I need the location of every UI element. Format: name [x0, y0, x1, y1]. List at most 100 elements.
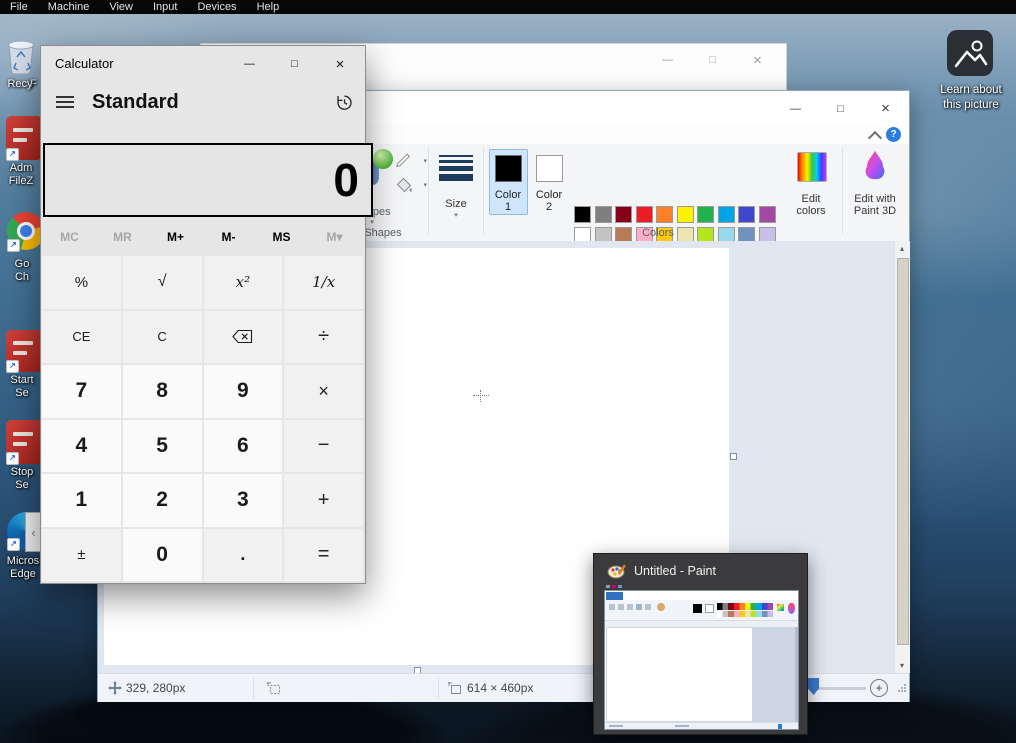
key-7[interactable]: 7	[42, 365, 121, 418]
shortcut-arrow-icon: ↗	[7, 538, 20, 551]
filezilla-label-line1: Adm	[0, 162, 42, 175]
history-icon[interactable]	[335, 93, 354, 112]
size-label: Size	[434, 198, 478, 210]
preview-mini-qat	[606, 585, 636, 589]
memory-store-button[interactable]: MS	[255, 223, 308, 251]
close-button[interactable]: ×	[735, 47, 780, 73]
menu-machine[interactable]: Machine	[38, 0, 100, 14]
start-service-label-line2: Se	[0, 387, 44, 400]
help-icon[interactable]: ?	[886, 127, 901, 142]
menu-help[interactable]: Help	[247, 0, 290, 14]
palette-color[interactable]	[656, 206, 673, 223]
colors-group-label: Colors	[598, 227, 718, 239]
canvas-resize-handle-right[interactable]	[730, 453, 737, 460]
key-6[interactable]: 6	[204, 420, 283, 473]
menu-view[interactable]: View	[99, 0, 143, 14]
scrollbar-thumb[interactable]	[897, 258, 909, 645]
shortcut-arrow-icon: ↗	[6, 148, 19, 161]
key-add[interactable]: +	[284, 474, 363, 527]
key-backspace[interactable]	[204, 311, 283, 364]
key-9[interactable]: 9	[204, 365, 283, 418]
dropdown-icon: ▾	[434, 211, 478, 219]
hamburger-menu-icon[interactable]	[56, 96, 74, 109]
shape-fill-button[interactable]: ▾	[395, 177, 427, 197]
shortcut-arrow-icon: ↗	[6, 452, 19, 465]
key-2[interactable]: 2	[123, 474, 202, 527]
key-multiply[interactable]: ×	[284, 365, 363, 418]
key-divide[interactable]: ÷	[284, 311, 363, 364]
canvas-size-icon	[447, 681, 462, 696]
calculator-mode-title[interactable]: Standard	[92, 91, 179, 114]
memory-subtract-button[interactable]: M-	[202, 223, 255, 251]
minimize-button[interactable]: —	[645, 47, 690, 73]
filezilla-label-line2: FileZ	[0, 175, 42, 188]
key-3[interactable]: 3	[204, 474, 283, 527]
key-clear[interactable]: C	[123, 311, 202, 364]
palette-color[interactable]	[636, 206, 653, 223]
recycle-bin-label: Recy	[0, 78, 40, 91]
key-sqrt[interactable]: √	[123, 256, 202, 309]
crosshair-cursor	[480, 390, 481, 402]
key-1[interactable]: 1	[42, 474, 121, 527]
shape-outline-button[interactable]: ▾	[395, 153, 427, 173]
key-reciprocal[interactable]: 1/x	[284, 256, 363, 309]
key-clear-entry[interactable]: CE	[42, 311, 121, 364]
palette-color[interactable]	[595, 206, 612, 223]
menu-file[interactable]: File	[0, 0, 38, 14]
key-4[interactable]: 4	[42, 420, 121, 473]
memory-add-button[interactable]: M+	[149, 223, 202, 251]
key-percent[interactable]: %	[42, 256, 121, 309]
key-equals[interactable]: =	[284, 529, 363, 582]
start-service-label-line1: Start	[0, 374, 44, 387]
menu-input[interactable]: Input	[143, 0, 187, 14]
cursor-position-icon	[108, 681, 122, 695]
paint-app-icon	[607, 563, 627, 579]
picture-icon	[947, 30, 993, 76]
palette-color[interactable]	[738, 206, 755, 223]
menu-devices[interactable]: Devices	[187, 0, 246, 14]
edit-with-paint3d-button[interactable]: Edit with Paint 3D	[846, 149, 904, 227]
key-negate[interactable]: ±	[42, 529, 121, 582]
maximize-button[interactable]: □	[690, 47, 735, 73]
scroll-up-icon[interactable]: ▴	[895, 241, 909, 256]
color1-swatch	[495, 155, 522, 182]
palette-color[interactable]	[574, 206, 591, 223]
zoom-slider-handle[interactable]	[808, 678, 819, 695]
close-button[interactable]: ×	[863, 91, 908, 126]
zoom-in-button[interactable]: +	[870, 679, 888, 697]
resize-grip[interactable]	[896, 683, 907, 694]
scroll-down-icon[interactable]: ▾	[895, 658, 909, 673]
vertical-scrollbar[interactable]: ▴ ▾	[894, 241, 910, 673]
close-button[interactable]: ×	[317, 46, 363, 82]
vm-screen: File Machine View Input Devices Help Rec…	[0, 0, 1016, 743]
paint3d-icon	[865, 150, 885, 180]
palette-color[interactable]	[615, 206, 632, 223]
vbox-menubar: File Machine View Input Devices Help	[0, 0, 1016, 14]
minimize-button[interactable]: —	[773, 91, 818, 126]
palette-color[interactable]	[697, 206, 714, 223]
key-8[interactable]: 8	[123, 365, 202, 418]
fill-bucket-icon	[395, 177, 413, 193]
color1-button[interactable]: Color 1	[489, 149, 528, 215]
memory-clear-button[interactable]: MC	[43, 223, 96, 251]
key-decimal[interactable]: .	[204, 529, 283, 582]
paint-thumbnail-preview[interactable]: Untitled - Paint	[593, 553, 808, 735]
edit-colors-button[interactable]: Edit colors	[784, 149, 838, 227]
collapse-ribbon-icon[interactable]	[870, 133, 880, 143]
key-square[interactable]: x²	[204, 256, 283, 309]
palette-color[interactable]	[677, 206, 694, 223]
memory-flyout-button[interactable]: M▾	[308, 223, 361, 251]
palette-color[interactable]	[759, 206, 776, 223]
calculator-display: 0	[43, 143, 373, 217]
minimize-button[interactable]: —	[227, 46, 272, 82]
key-0[interactable]: 0	[123, 529, 202, 582]
maximize-button[interactable]: □	[818, 91, 863, 126]
key-5[interactable]: 5	[123, 420, 202, 473]
color2-button[interactable]: Color 2	[530, 149, 569, 215]
size-button[interactable]: Size ▾	[434, 149, 478, 235]
memory-recall-button[interactable]: MR	[96, 223, 149, 251]
palette-color[interactable]	[718, 206, 735, 223]
key-subtract[interactable]: −	[284, 420, 363, 473]
color2-label-line2: 2	[531, 201, 567, 213]
maximize-button[interactable]: □	[272, 46, 317, 82]
